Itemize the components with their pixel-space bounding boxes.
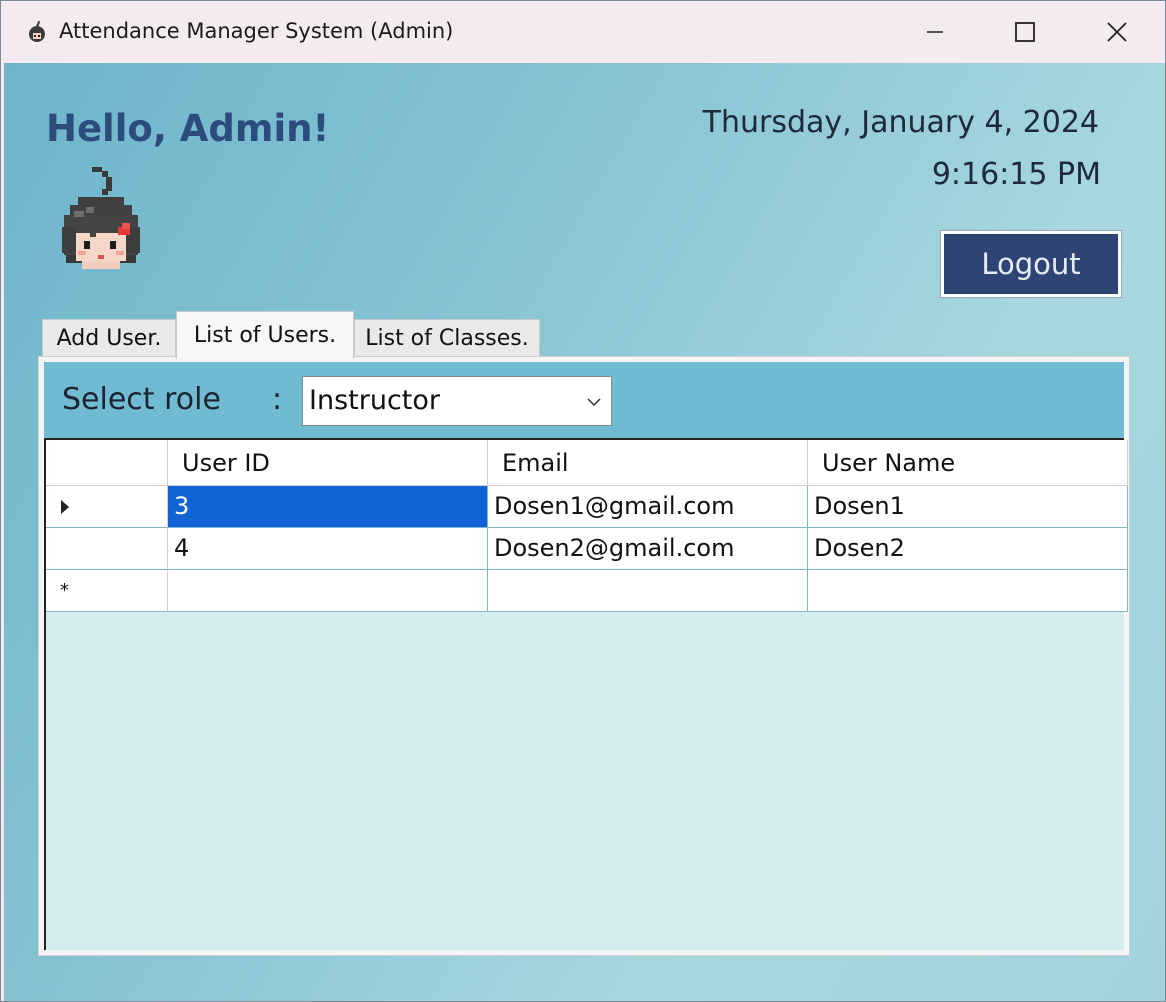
current-row-arrow-icon bbox=[61, 500, 69, 514]
tab-add-user[interactable]: Add User. bbox=[42, 319, 176, 357]
cell-user-id[interactable]: 4 bbox=[168, 528, 488, 570]
column-header-user-name[interactable]: User Name bbox=[808, 440, 1128, 486]
row-header[interactable] bbox=[46, 486, 168, 528]
admin-avatar-icon bbox=[62, 167, 140, 269]
tab-list-of-users[interactable]: List of Users. bbox=[176, 311, 354, 359]
logout-button[interactable]: Logout bbox=[940, 230, 1122, 298]
maximize-button[interactable] bbox=[979, 1, 1071, 63]
cell-email[interactable]: Dosen2@gmail.com bbox=[488, 528, 808, 570]
column-header-user-id[interactable]: User ID bbox=[168, 440, 488, 486]
role-filter-bar: Select role : Instructor bbox=[44, 362, 1124, 438]
tab-list-of-classes[interactable]: List of Classes. bbox=[354, 319, 540, 357]
close-button[interactable] bbox=[1071, 1, 1163, 63]
app-window: Attendance Manager System (Admin) Hello,… bbox=[0, 0, 1166, 1002]
current-date: Thursday, January 4, 2024 bbox=[702, 105, 1099, 140]
column-header-email[interactable]: Email bbox=[488, 440, 808, 486]
row-header[interactable]: * bbox=[46, 570, 168, 612]
select-role-label: Select role bbox=[62, 382, 221, 417]
cell-email-empty[interactable] bbox=[488, 570, 808, 612]
cell-email[interactable]: Dosen1@gmail.com bbox=[488, 486, 808, 528]
close-icon bbox=[1107, 22, 1127, 42]
new-row-marker: * bbox=[60, 580, 69, 601]
cell-user-name[interactable]: Dosen2 bbox=[808, 528, 1128, 570]
cell-user-id-empty[interactable] bbox=[168, 570, 488, 612]
main-client-area: Hello, Admin! Thursday, January 4, 2024 … bbox=[4, 63, 1165, 1001]
role-dropdown-value: Instructor bbox=[309, 385, 440, 416]
cell-user-name-empty[interactable] bbox=[808, 570, 1128, 612]
select-role-colon: : bbox=[272, 382, 283, 417]
app-avatar-icon bbox=[29, 21, 45, 42]
row-header[interactable] bbox=[46, 528, 168, 570]
panel-content: Select role : Instructor User ID Email U… bbox=[44, 362, 1128, 950]
minimize-icon bbox=[927, 31, 943, 33]
minimize-button[interactable] bbox=[889, 1, 981, 63]
current-time: 9:16:15 PM bbox=[931, 157, 1101, 192]
tab-panel-list-of-users: Select role : Instructor User ID Email U… bbox=[38, 356, 1130, 956]
greeting-heading: Hello, Admin! bbox=[46, 107, 330, 150]
role-dropdown[interactable]: Instructor bbox=[302, 376, 612, 426]
chevron-down-icon bbox=[587, 398, 601, 407]
row-header-corner[interactable] bbox=[46, 440, 168, 486]
window-title: Attendance Manager System (Admin) bbox=[59, 19, 454, 43]
title-bar[interactable]: Attendance Manager System (Admin) bbox=[1, 1, 1165, 63]
cell-user-id[interactable]: 3 bbox=[168, 486, 488, 528]
cell-user-name[interactable]: Dosen1 bbox=[808, 486, 1128, 528]
users-data-grid[interactable]: User ID Email User Name 3 Dosen1@gmail.c… bbox=[44, 438, 1128, 950]
maximize-icon bbox=[1015, 22, 1035, 42]
